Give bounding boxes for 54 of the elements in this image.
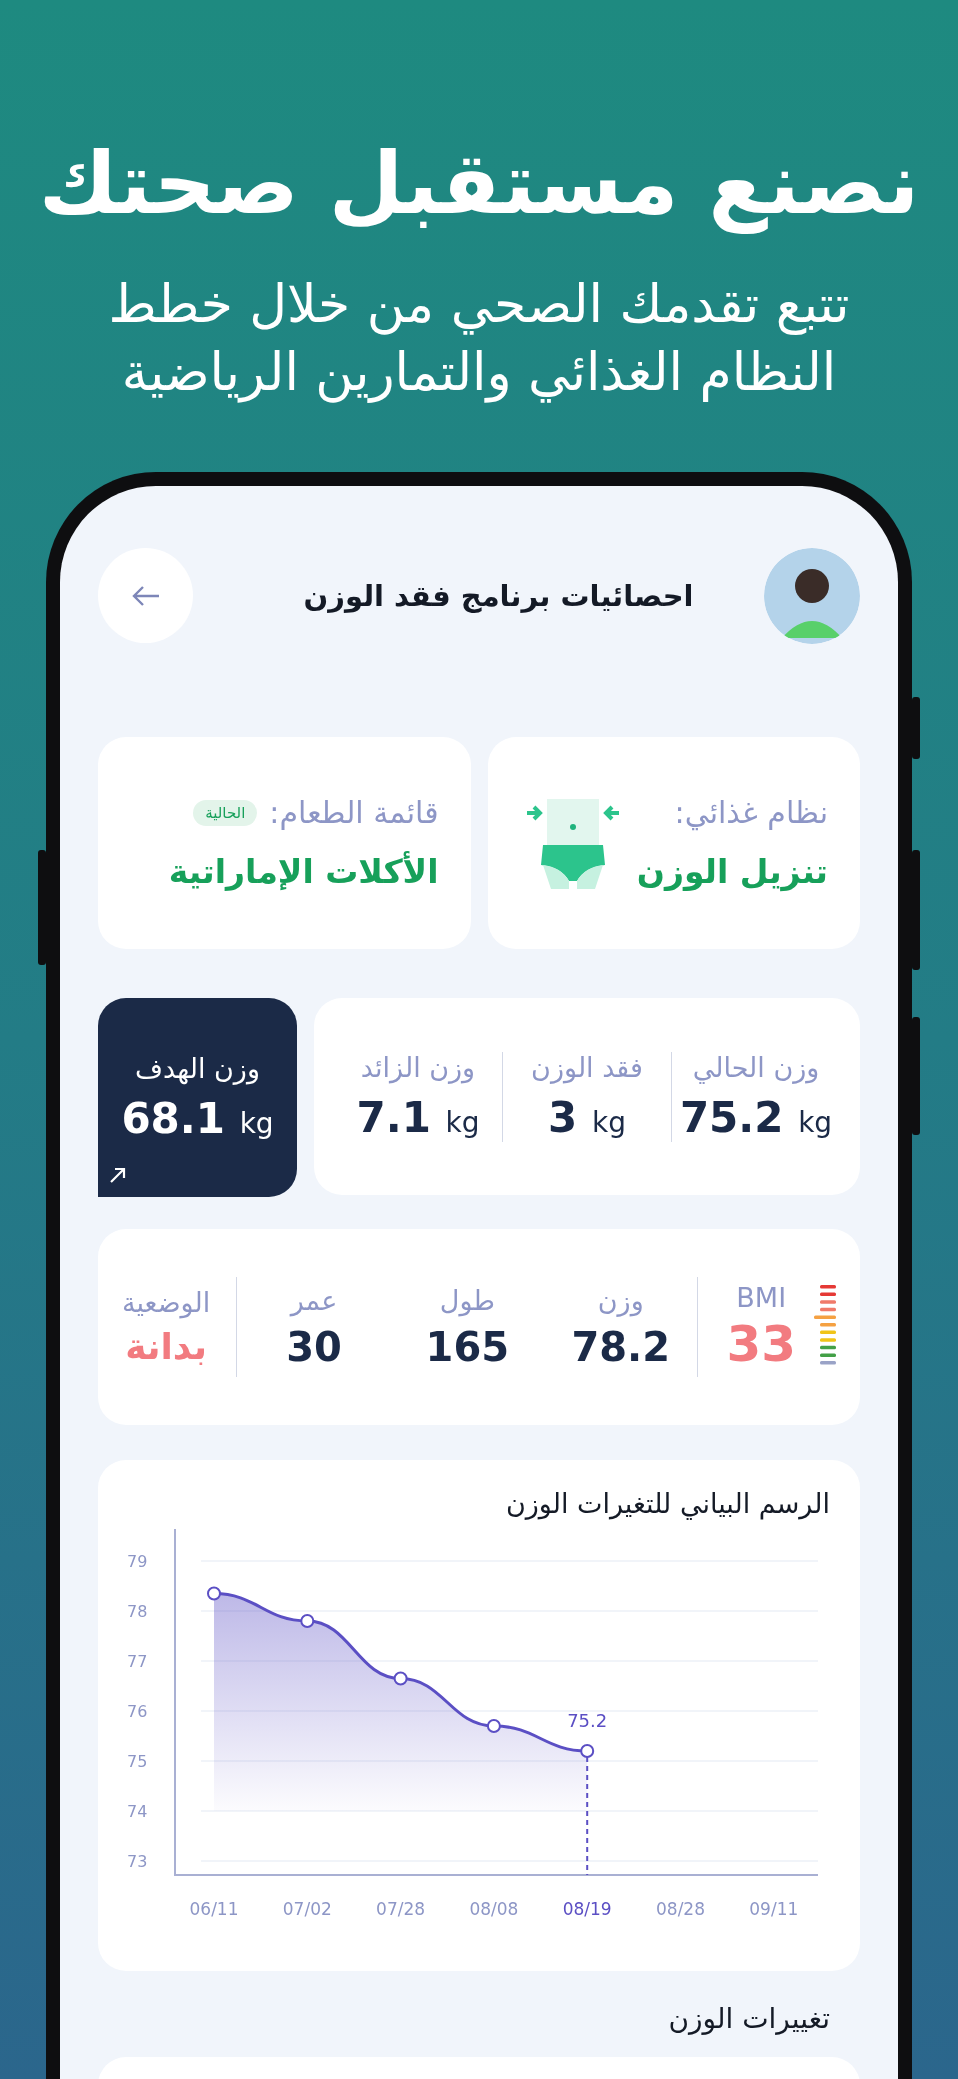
- stat-value: 68.1 kg: [121, 1093, 274, 1143]
- axis-label: 76: [127, 1702, 148, 1721]
- diet-card[interactable]: نظام غذائي: تنزيل الوزن: [487, 737, 860, 949]
- status-badge: الحالية: [193, 799, 258, 826]
- axis-label: 78: [127, 1602, 148, 1621]
- data-point: [300, 1614, 315, 1628]
- axis-label: 06/11: [189, 1899, 239, 1919]
- card-value: تنزيل الوزن: [636, 852, 828, 891]
- data-point: [486, 1719, 501, 1733]
- stat-value: 7.1 kg: [356, 1092, 480, 1142]
- axis-label: 77: [127, 1652, 148, 1671]
- hero-subtitle: النظام الغذائي والتمارين الرياضية: [121, 341, 837, 405]
- stat-label: طول: [439, 1284, 495, 1316]
- stat-value: 75.2 kg: [679, 1092, 833, 1142]
- status-value: بدانة: [125, 1326, 208, 1367]
- stat-value: 165: [425, 1323, 510, 1370]
- axis-label: 75: [127, 1752, 148, 1771]
- axis-label: 07/02: [282, 1899, 332, 1919]
- card-value: الأكلات الإماراتية: [168, 852, 439, 891]
- hero-title: نصنع مستقبل صحتك: [38, 132, 920, 236]
- axis-label: 73: [127, 1852, 148, 1871]
- data-point: [207, 1586, 221, 1601]
- axis-label: 08/19: [562, 1899, 612, 1919]
- data-label: 75.2: [567, 1710, 608, 1731]
- diet-card[interactable]: قائمة الطعام: الحالية الأكلات الإماراتية: [98, 737, 471, 949]
- screen-title: احصائيات برنامج فقد الوزن: [302, 578, 695, 613]
- bmi-value: 33: [726, 1314, 796, 1373]
- stat-label: وزن الحالي: [692, 1051, 820, 1083]
- stat-value: 30: [286, 1323, 342, 1370]
- stat-label: الوضعية: [122, 1287, 211, 1318]
- data-point: [580, 1744, 595, 1758]
- chart-title: الرسم البياني للتغيرات الوزن: [505, 1488, 830, 1519]
- stat-value: 3 kg: [548, 1092, 626, 1142]
- axis-label: 74: [127, 1802, 148, 1821]
- stat-label: فقد الوزن: [531, 1051, 643, 1083]
- axis-label: 79: [127, 1552, 148, 1571]
- stat-value: 78.2: [571, 1323, 671, 1370]
- hero-subtitle: تتبع تقدمك الصحي من خلال خطط: [108, 273, 850, 337]
- stat-label: عمر: [290, 1284, 338, 1316]
- card-label: نظام غذائي:: [674, 795, 828, 830]
- section-title: تغييرات الوزن: [668, 2002, 831, 2035]
- stat-label: وزن الهدف: [135, 1052, 260, 1084]
- axis-label: 08/08: [469, 1899, 519, 1919]
- avatar[interactable]: [764, 547, 860, 644]
- axis-label: 07/28: [376, 1899, 426, 1919]
- expand-arrow-icon: [108, 1165, 128, 1185]
- bmi-label: BMI: [736, 1281, 787, 1313]
- stat-label: وزن الزائد: [360, 1051, 476, 1083]
- axis-label: 09/11: [749, 1899, 799, 1919]
- card-label: قائمة الطعام:: [269, 795, 439, 830]
- data-point: [393, 1671, 408, 1686]
- stat-label: وزن: [597, 1284, 644, 1316]
- axis-label: 08/28: [656, 1899, 705, 1919]
- back-arrow-icon: [130, 584, 161, 607]
